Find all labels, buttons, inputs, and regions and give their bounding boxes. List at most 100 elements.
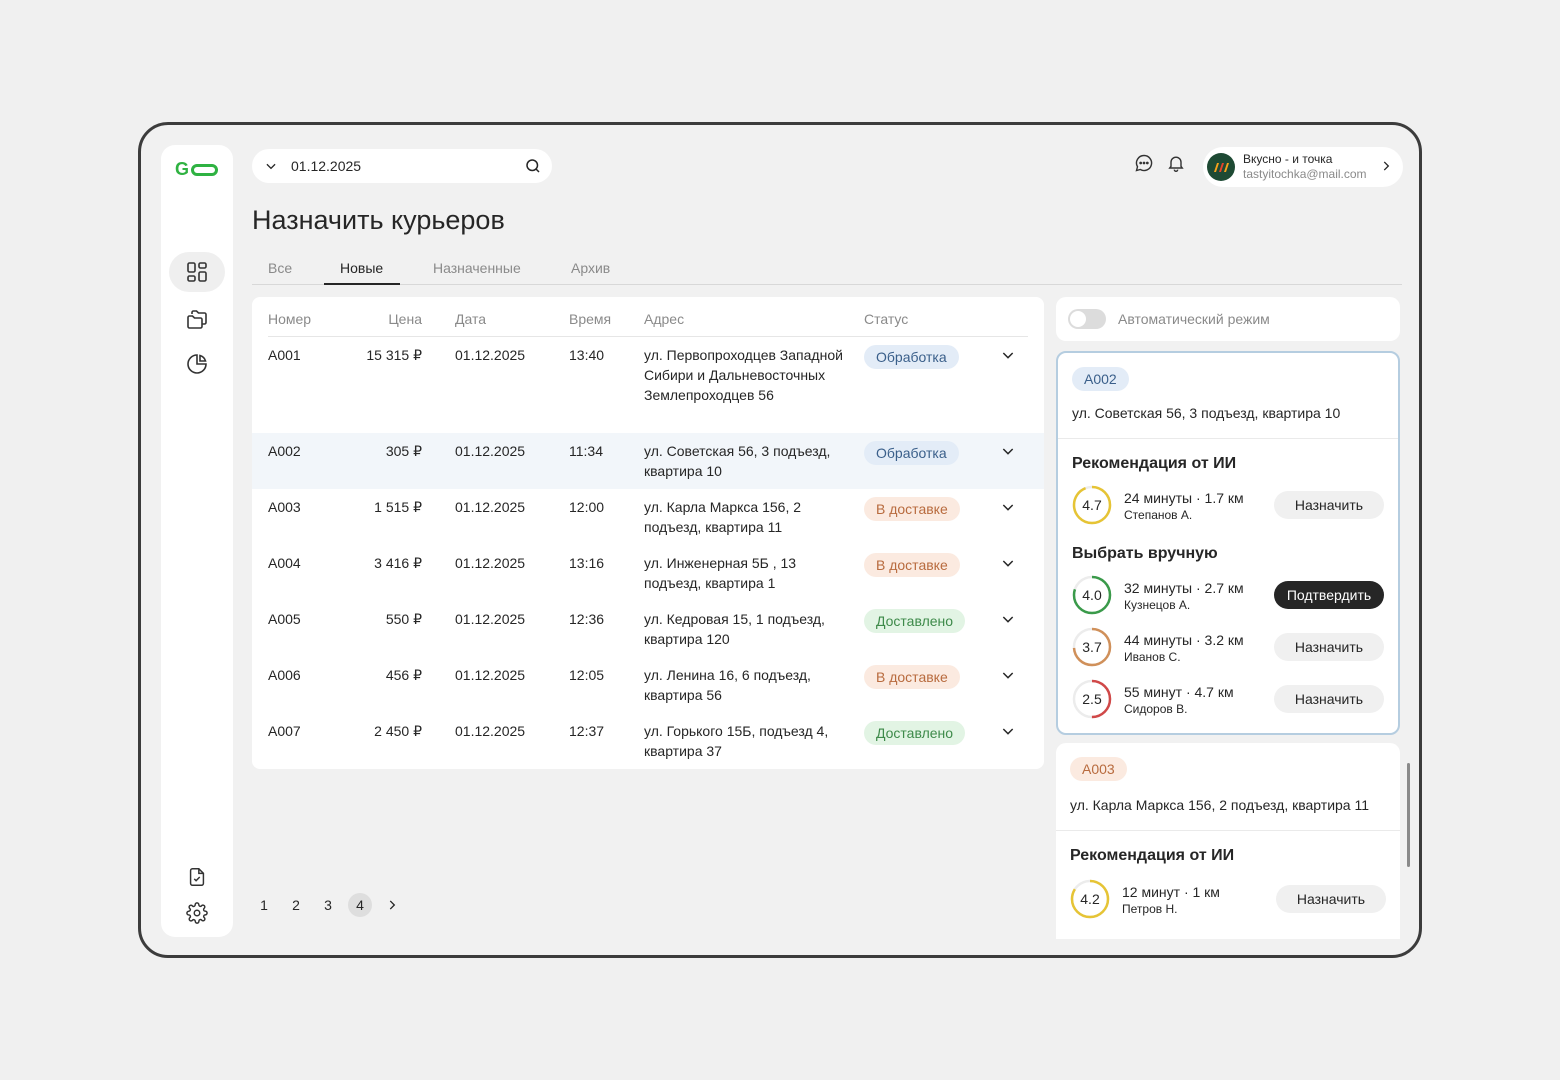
- ai-recommendation-title: Рекомендация от ИИ: [1070, 847, 1235, 864]
- courier-name: Кузнецов А.: [1124, 598, 1191, 612]
- avatar: [1207, 153, 1235, 181]
- order-number: A001: [268, 347, 301, 363]
- chevron-down-icon[interactable]: [1000, 611, 1016, 632]
- chevron-down-icon[interactable]: [1000, 555, 1016, 576]
- tab-bar: Все Новые Назначенные Архив: [252, 251, 1402, 285]
- courier-name: Сидоров В.: [1124, 702, 1188, 716]
- sidebar-item-documents[interactable]: [169, 857, 225, 897]
- table-row[interactable]: A003 1 515 ₽ 01.12.2025 12:00 ул. Карла Марк…: [252, 489, 1044, 545]
- courier-name: Петров Н.: [1122, 902, 1178, 916]
- tab-archive[interactable]: Архив: [571, 260, 610, 276]
- logo[interactable]: G: [175, 159, 219, 180]
- auto-mode-label: Автоматический режим: [1118, 311, 1270, 327]
- assign-button[interactable]: Назначить: [1276, 885, 1386, 913]
- pie-chart-icon: [187, 354, 207, 374]
- next-page-icon[interactable]: [380, 893, 404, 917]
- pagination: 1 2 3 4: [252, 893, 412, 917]
- chevron-down-icon[interactable]: [1000, 723, 1016, 744]
- page-3[interactable]: 3: [316, 893, 340, 917]
- chat-icon[interactable]: [1134, 153, 1154, 178]
- order-address: ул. Первопроходцев Западной Сибири и Дал…: [644, 347, 843, 403]
- tab-all[interactable]: Все: [268, 260, 292, 276]
- order-time: 11:34: [569, 443, 603, 459]
- page-4[interactable]: 4: [348, 893, 372, 917]
- orders-table: Номер Цена Дата Время Адрес Статус A001 1…: [252, 297, 1044, 769]
- scrollbar[interactable]: [1407, 763, 1410, 867]
- auto-mode-toggle[interactable]: [1068, 309, 1106, 329]
- search-icon[interactable]: [524, 157, 542, 180]
- order-address: ул. Инженерная 5Б , 13 подъезд, квартира…: [644, 555, 797, 591]
- order-address: ул. Карла Маркса 156, 2 подъезд, квартир…: [644, 499, 802, 535]
- col-time: Время: [569, 311, 612, 327]
- date-search[interactable]: 01.12.2025: [252, 149, 552, 183]
- confirm-button[interactable]: Подтвердить: [1274, 581, 1384, 609]
- courier-name: Иванов С.: [1124, 650, 1181, 664]
- table-row[interactable]: A007 2 450 ₽ 01.12.2025 12:37 ул. Горького 1…: [252, 713, 1044, 769]
- chevron-down-icon[interactable]: [1000, 667, 1016, 688]
- order-address: ул. Кедровая 15, 1 подъезд, квартира 120: [644, 611, 825, 647]
- courier-meta: 44 минуты · 3.2 км: [1124, 632, 1244, 648]
- assign-button[interactable]: Назначить: [1274, 491, 1384, 519]
- page-2[interactable]: 2: [284, 893, 308, 917]
- courier-meta: 55 минут · 4.7 км: [1124, 684, 1234, 700]
- order-price: 456 ₽: [385, 667, 422, 683]
- order-number: A003: [268, 499, 301, 515]
- order-date: 01.12.2025: [455, 667, 526, 683]
- search-input[interactable]: 01.12.2025: [291, 158, 361, 174]
- courier-name: Степанов А.: [1124, 508, 1193, 522]
- page-title: Назначить курьеров: [252, 205, 505, 235]
- top-actions: [1134, 153, 1186, 178]
- sidebar-item-settings[interactable]: [169, 893, 225, 933]
- order-date: 01.12.2025: [455, 347, 526, 363]
- order-time: 13:16: [569, 555, 605, 571]
- page-1[interactable]: 1: [252, 893, 276, 917]
- order-date: 01.12.2025: [455, 555, 526, 571]
- user-name: Вкусно - и точка: [1243, 152, 1333, 166]
- chevron-down-icon[interactable]: [262, 157, 280, 175]
- table-row[interactable]: A004 3 416 ₽ 01.12.2025 13:16 ул. Инженерная…: [252, 545, 1044, 601]
- order-card-a003[interactable]: A003 ул. Карла Маркса 156, 2 подъезд, кв…: [1056, 743, 1400, 939]
- bell-icon[interactable]: [1166, 153, 1186, 178]
- chevron-down-icon[interactable]: [1000, 499, 1016, 520]
- order-id-badge: A003: [1070, 757, 1127, 781]
- gear-icon: [186, 902, 208, 924]
- table-row[interactable]: A006 456 ₽ 01.12.2025 12:05 ул. Ленина 16, 6…: [252, 657, 1044, 713]
- table-row[interactable]: A005 550 ₽ 01.12.2025 12:36 ул. Кедровая 15,…: [252, 601, 1044, 657]
- active-tab-indicator: [324, 283, 400, 285]
- ai-recommendation-title: Рекомендация от ИИ: [1072, 455, 1237, 472]
- order-time: 12:37: [569, 723, 605, 739]
- order-time: 12:05: [569, 667, 605, 683]
- col-date: Дата: [455, 311, 487, 327]
- table-row[interactable]: A001 15 315 ₽ 01.12.2025 13:40 ул. Первопрох…: [252, 337, 1044, 433]
- chevron-down-icon[interactable]: [1000, 443, 1016, 464]
- sidebar: G: [161, 145, 233, 937]
- rating-ring: 4.2: [1070, 879, 1110, 919]
- sidebar-item-orders[interactable]: [169, 299, 225, 339]
- sidebar-item-dashboard[interactable]: [169, 252, 225, 292]
- rating-ring: 4.0: [1072, 575, 1112, 615]
- order-number: A004: [268, 555, 301, 571]
- chevron-right-icon[interactable]: [1379, 159, 1393, 178]
- assign-button[interactable]: Назначить: [1274, 633, 1384, 661]
- order-card-a002[interactable]: A002 ул. Советская 56, 3 подъезд, кварти…: [1056, 351, 1400, 735]
- user-menu[interactable]: Вкусно - и точка tastyitochka@mail.com: [1203, 147, 1403, 187]
- table-row[interactable]: A002 305 ₽ 01.12.2025 11:34 ул. Советская 56…: [252, 433, 1044, 489]
- tab-assigned[interactable]: Назначенные: [433, 260, 521, 276]
- rating-ring: 4.7: [1072, 485, 1112, 525]
- order-address: ул. Карла Маркса 156, 2 подъезд, квартир…: [1070, 797, 1370, 813]
- order-date: 01.12.2025: [455, 499, 526, 515]
- chevron-down-icon[interactable]: [1000, 347, 1016, 368]
- status-badge: Обработка: [864, 345, 959, 369]
- manual-select-title: Выбрать вручную: [1072, 545, 1218, 562]
- order-id-badge: A002: [1072, 367, 1129, 391]
- assign-button[interactable]: Назначить: [1274, 685, 1384, 713]
- order-price: 1 515 ₽: [374, 499, 422, 515]
- tab-new[interactable]: Новые: [340, 260, 383, 276]
- courier-meta: 12 минут · 1 км: [1122, 884, 1220, 900]
- rating-ring: 2.5: [1072, 679, 1112, 719]
- order-address: ул. Горького 15Б, подъезд 4, квартира 37: [644, 723, 829, 759]
- order-date: 01.12.2025: [455, 443, 526, 459]
- order-price: 2 450 ₽: [374, 723, 422, 739]
- user-email: tastyitochka@mail.com: [1243, 167, 1367, 181]
- sidebar-item-analytics[interactable]: [169, 344, 225, 384]
